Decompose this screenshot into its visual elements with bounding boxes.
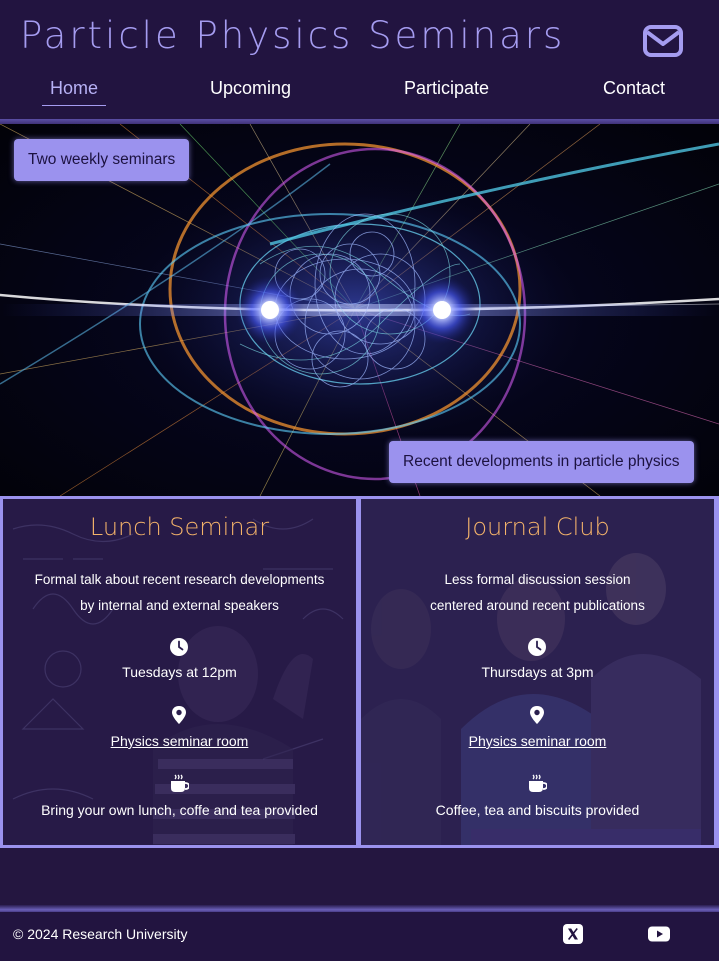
hero-banner: Two weekly seminars Recent developments … bbox=[0, 124, 719, 496]
map-pin-icon bbox=[172, 706, 186, 724]
card-extra: Coffee, tea and biscuits provided bbox=[435, 802, 640, 818]
card-title: Lunch Seminar bbox=[89, 513, 270, 541]
card-description-line: by internal and external speakers bbox=[80, 598, 279, 613]
card-extra: Bring your own lunch, coffe and tea prov… bbox=[41, 802, 318, 818]
site-header: Particle Physics Seminars Home Upcoming … bbox=[0, 0, 719, 121]
site-footer: © 2024 Research University bbox=[0, 912, 719, 961]
card-description: Formal talk about recent research develo… bbox=[3, 567, 356, 619]
card-lunch-content: Lunch Seminar Formal talk about recent r… bbox=[3, 499, 356, 845]
nav-participate[interactable]: Participate bbox=[404, 78, 489, 99]
mail-icon[interactable] bbox=[642, 24, 684, 58]
card-description-line: centered around recent publications bbox=[430, 598, 645, 613]
x-logo-icon[interactable] bbox=[563, 924, 583, 944]
clock-icon bbox=[528, 638, 546, 656]
card-journal-club: Journal Club Less formal discussion sess… bbox=[361, 499, 714, 845]
card-location-link[interactable]: Physics seminar room bbox=[3, 733, 356, 749]
card-description-line: Formal talk about recent research develo… bbox=[34, 572, 325, 587]
site-title: Particle Physics Seminars bbox=[20, 14, 566, 57]
card-journal-content: Journal Club Less formal discussion sess… bbox=[361, 499, 714, 845]
coffee-cup-icon bbox=[529, 774, 547, 792]
clock-icon bbox=[170, 638, 188, 656]
card-description-line: Less formal discussion session bbox=[444, 572, 631, 587]
nav-active-underline bbox=[42, 105, 106, 106]
copyright-text: © 2024 Research University bbox=[13, 926, 188, 942]
coffee-cup-icon bbox=[171, 774, 189, 792]
card-time: Tuesdays at 12pm bbox=[122, 664, 237, 680]
card-title: Journal Club bbox=[465, 513, 610, 541]
hero-tag-weekly: Two weekly seminars bbox=[14, 139, 190, 181]
map-pin-icon bbox=[530, 706, 544, 724]
card-description: Less formal discussion session centered … bbox=[361, 567, 714, 619]
youtube-icon[interactable] bbox=[648, 924, 670, 944]
card-location-link[interactable]: Physics seminar room bbox=[361, 733, 714, 749]
nav-upcoming[interactable]: Upcoming bbox=[210, 78, 291, 99]
nav-home[interactable]: Home bbox=[42, 78, 106, 99]
nav-contact[interactable]: Contact bbox=[603, 78, 665, 99]
hero-tag-developments: Recent developments in particle physics bbox=[389, 441, 694, 483]
card-time: Thursdays at 3pm bbox=[481, 664, 594, 680]
card-lunch-seminar: Lunch Seminar Formal talk about recent r… bbox=[3, 499, 356, 845]
